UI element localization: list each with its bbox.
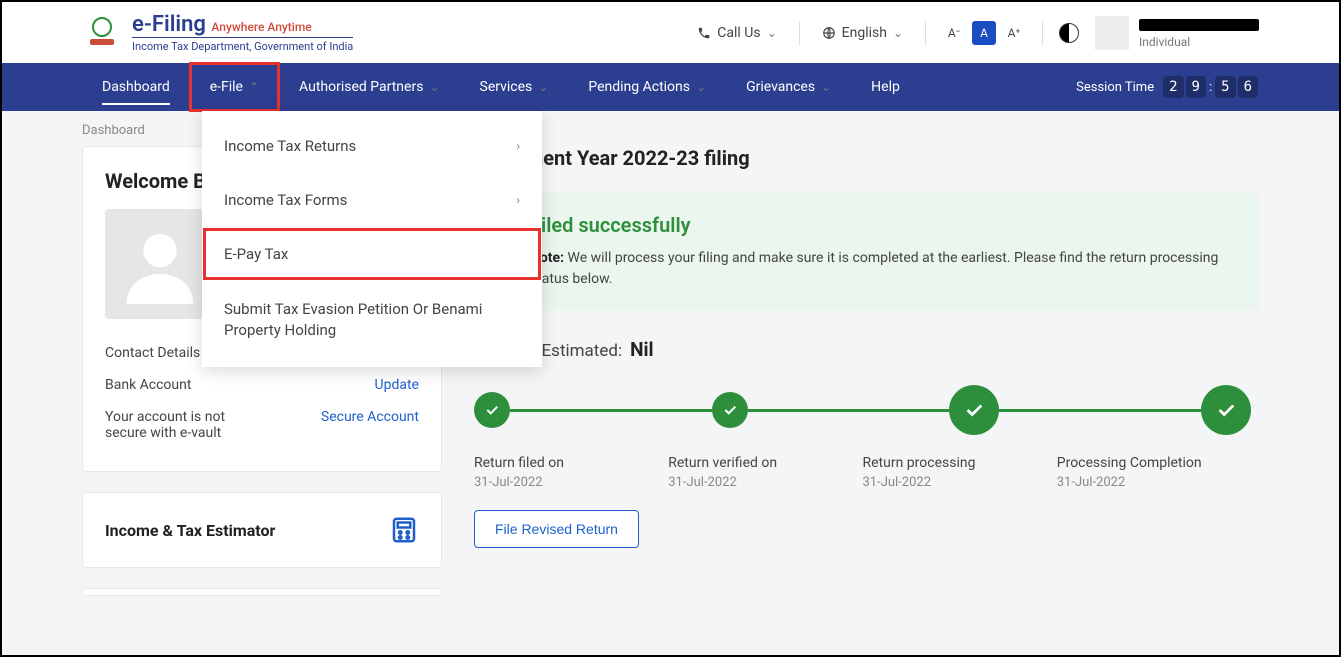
secure-account-link[interactable]: Secure Account — [321, 409, 419, 425]
nav-authorised-partners[interactable]: Authorised Partners ⌄ — [279, 63, 459, 111]
user-name — [1139, 16, 1259, 35]
nav-help[interactable]: Help — [851, 63, 920, 111]
dd-submit-tax-evasion[interactable]: Submit Tax Evasion Petition Or Benami Pr… — [202, 281, 542, 359]
evault-row: Your account is not secure with e-vault … — [105, 401, 419, 449]
chevron-down-icon: ⌄ — [893, 26, 903, 40]
contrast-toggle[interactable] — [1059, 23, 1079, 43]
timeline-check-icon — [1201, 385, 1251, 435]
partial-card — [82, 588, 442, 596]
main-navbar: Dashboard e-File ⌃ Authorised Partners ⌄… — [2, 63, 1339, 111]
font-increase-button[interactable]: A⁺ — [1002, 21, 1026, 45]
timeline-labels: Return filed on 31-Jul-2022 Return verif… — [466, 455, 1259, 490]
demand-estimated: Demand Estimated:Nil — [474, 338, 1251, 361]
timeline-step-verified: Return verified on 31-Jul-2022 — [668, 455, 862, 490]
logo-tagline: Anywhere Anytime — [211, 20, 311, 34]
emblem-icon — [82, 13, 122, 53]
nav-efile[interactable]: e-File ⌃ — [190, 63, 279, 111]
nav-services[interactable]: Services ⌄ — [460, 63, 569, 111]
user-avatar-large — [105, 209, 215, 319]
timeline-step-completion: Processing Completion 31-Jul-2022 — [1057, 455, 1251, 490]
nav-grievances[interactable]: Grievances ⌄ — [726, 63, 851, 111]
status-timeline — [466, 385, 1259, 435]
filed-note: Note: We will process your filing and ma… — [490, 248, 1235, 290]
nav-pending-actions[interactable]: Pending Actions ⌄ — [568, 63, 726, 111]
bank-account-row: Bank Account Update — [105, 369, 419, 401]
logo-title: e-Filing — [132, 12, 206, 37]
call-us-dropdown[interactable]: Call Us ⌄ — [691, 25, 782, 41]
logo-subtitle: Income Tax Department, Government of Ind… — [132, 37, 353, 53]
timeline-step-filed: Return filed on 31-Jul-2022 — [474, 455, 668, 490]
assessment-year-heading: ssessment Year 2022-23 filing — [474, 146, 1259, 170]
timeline-check-icon — [949, 385, 999, 435]
chevron-right-icon: › — [516, 139, 520, 153]
top-header: e-Filing Anywhere Anytime Income Tax Dep… — [2, 2, 1339, 63]
chevron-down-icon: ⌄ — [821, 80, 831, 94]
timeline-check-icon — [474, 392, 510, 428]
calculator-icon — [389, 515, 419, 545]
chevron-down-icon: ⌄ — [429, 80, 439, 94]
timeline-check-icon — [712, 392, 748, 428]
logo-text: e-Filing Anywhere Anytime Income Tax Dep… — [132, 12, 353, 53]
update-bank-link[interactable]: Update — [375, 377, 419, 393]
dd-income-tax-returns[interactable]: Income Tax Returns › — [202, 119, 542, 173]
user-profile[interactable]: Individual — [1095, 16, 1259, 50]
user-type: Individual — [1139, 35, 1259, 49]
font-size-controls: A⁻ A A⁺ — [942, 21, 1026, 45]
chevron-down-icon: ⌄ — [538, 80, 548, 94]
timeline-step-processing: Return processing 31-Jul-2022 — [863, 455, 1057, 490]
chevron-down-icon: ⌄ — [696, 80, 706, 94]
nav-dashboard[interactable]: Dashboard — [82, 63, 190, 111]
font-decrease-button[interactable]: A⁻ — [942, 21, 966, 45]
efile-dropdown: Income Tax Returns › Income Tax Forms › … — [202, 111, 542, 367]
logo[interactable]: e-Filing Anywhere Anytime Income Tax Dep… — [82, 12, 353, 53]
session-timer: Session Time 29:56 — [1076, 79, 1259, 95]
chevron-up-icon: ⌃ — [249, 80, 259, 94]
filed-status-banner: Filed successfully Note: We will process… — [466, 192, 1259, 310]
font-normal-button[interactable]: A — [972, 21, 996, 45]
chevron-right-icon: › — [516, 193, 520, 207]
file-revised-return-button[interactable]: File Revised Return — [474, 510, 639, 548]
income-tax-estimator-card[interactable]: Income & Tax Estimator — [82, 492, 442, 568]
main-panel: ssessment Year 2022-23 filing Filed succ… — [466, 146, 1259, 548]
phone-icon — [697, 26, 711, 40]
language-dropdown[interactable]: English ⌄ — [816, 25, 909, 41]
avatar-icon — [1095, 16, 1129, 50]
dd-epay-tax[interactable]: E-Pay Tax — [202, 227, 542, 281]
chevron-down-icon: ⌄ — [767, 26, 777, 40]
globe-icon — [822, 26, 836, 40]
dd-income-tax-forms[interactable]: Income Tax Forms › — [202, 173, 542, 227]
